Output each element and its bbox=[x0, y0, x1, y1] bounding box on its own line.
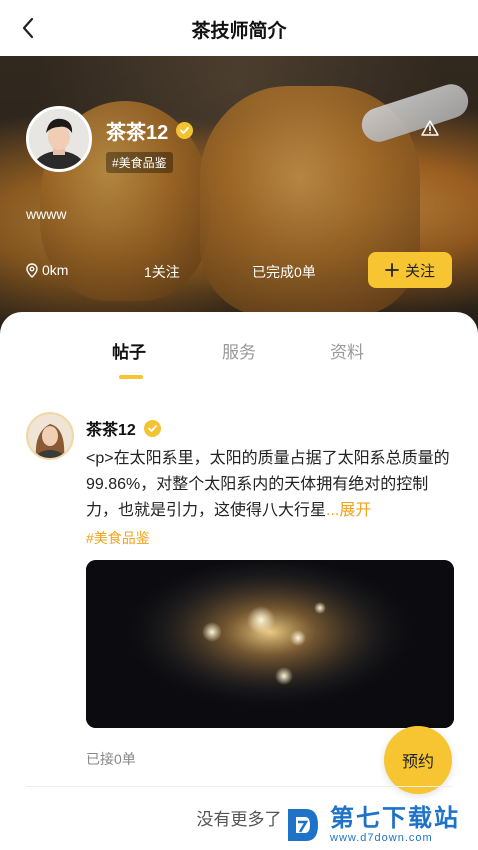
post-image[interactable] bbox=[86, 560, 454, 728]
orders-accepted: 已接0单 bbox=[86, 751, 136, 767]
active-tab-indicator bbox=[119, 375, 143, 379]
tab-posts[interactable]: 帖子 bbox=[112, 338, 146, 363]
profile-stats: 0km 1关注 已完成0单 关注 bbox=[0, 252, 478, 292]
distance-stat: 0km bbox=[26, 262, 68, 278]
following-stat[interactable]: 1关注 bbox=[144, 262, 180, 282]
top-bar: 茶技师简介 bbox=[0, 0, 478, 56]
watermark-logo-icon bbox=[288, 809, 318, 841]
tab-service[interactable]: 服务 bbox=[222, 338, 256, 363]
tab-profile[interactable]: 资料 bbox=[330, 338, 364, 363]
content-panel: 帖子 服务 资料 茶茶12 <p>在太阳系里，太阳的质量占据了太阳系总质量的 9… bbox=[0, 312, 478, 850]
completed-stat: 已完成0单 bbox=[252, 264, 316, 280]
page-title: 茶技师简介 bbox=[191, 21, 287, 42]
site-watermark: 第七下载站 www.d7down.com bbox=[284, 800, 478, 850]
profile-tag[interactable]: #美食品鉴 bbox=[106, 152, 173, 173]
verified-badge-icon bbox=[143, 419, 161, 437]
post-author-avatar[interactable] bbox=[26, 412, 74, 460]
follow-button[interactable]: 关注 bbox=[368, 252, 452, 288]
divider bbox=[26, 786, 452, 787]
tab-bar: 帖子 服务 资料 bbox=[0, 338, 478, 388]
verified-badge-icon bbox=[176, 122, 194, 139]
distance-value: 0km bbox=[42, 262, 69, 278]
post-tag[interactable]: #美食品鉴 bbox=[86, 528, 150, 548]
plus-icon bbox=[385, 263, 399, 277]
profile-bio: wwww bbox=[26, 206, 67, 222]
book-button[interactable]: 预约 bbox=[384, 726, 452, 794]
warning-icon[interactable] bbox=[420, 118, 440, 138]
expand-link[interactable]: ...展开 bbox=[326, 502, 371, 519]
watermark-url: www.d7down.com bbox=[330, 832, 433, 844]
post-body: <p>在太阳系里，太阳的质量占据了太阳系总质量的 99.86%，对整个太阳系内的… bbox=[86, 450, 450, 519]
post-author-name: 茶茶12 bbox=[86, 422, 136, 439]
watermark-name: 第七下载站 bbox=[330, 805, 460, 832]
profile-name: 茶茶12 bbox=[106, 122, 169, 144]
profile-avatar[interactable] bbox=[26, 106, 92, 172]
galaxy-image bbox=[86, 560, 454, 728]
location-pin-icon bbox=[26, 262, 38, 278]
profile-hero: 茶茶12 #美食品鉴 wwww 0km 1关注 已完成0单 关注 bbox=[0, 56, 478, 336]
